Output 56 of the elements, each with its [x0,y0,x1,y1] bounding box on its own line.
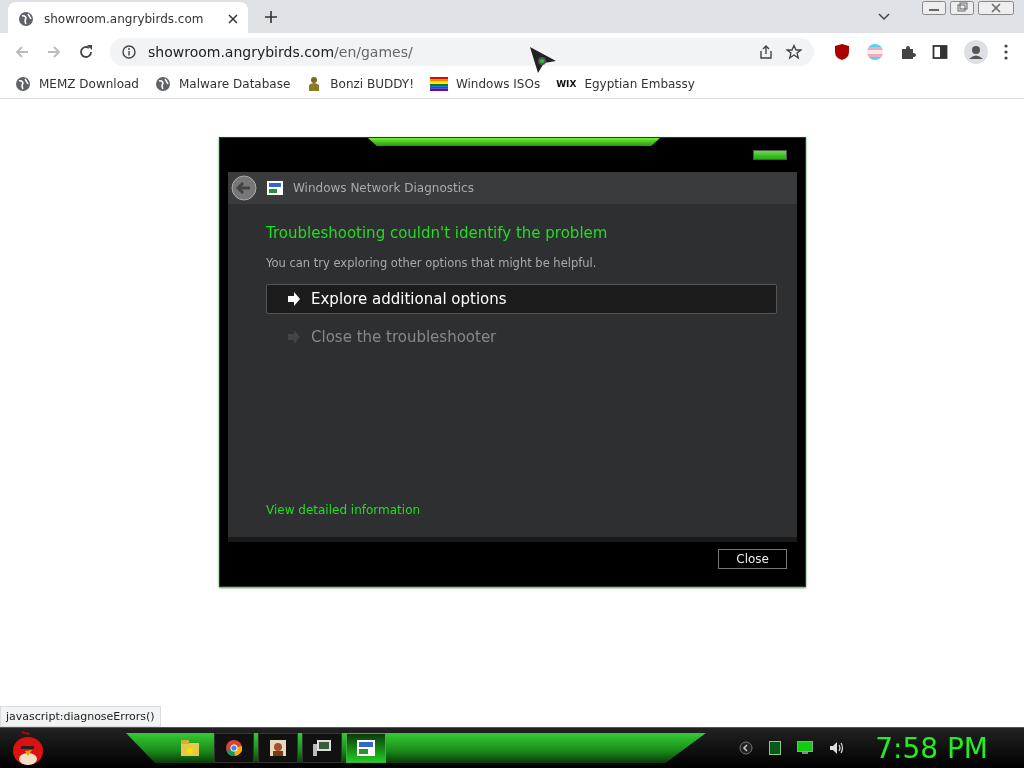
minimize-icon[interactable] [922,1,946,15]
window-control[interactable] [753,150,787,160]
share-icon[interactable] [758,43,774,60]
dialog-message: You can try exploring other options that might be helpful. [266,256,598,270]
network-icon [267,181,283,195]
side-panel-icon[interactable] [932,43,948,60]
rainbow-flag-icon [429,77,448,91]
bookmark-item[interactable]: Bonzi BUDDY! [306,76,414,92]
star-icon[interactable] [786,43,802,60]
restore-icon[interactable] [950,1,974,15]
taskbar-button[interactable] [302,733,342,763]
speaker-icon[interactable] [829,741,846,755]
figure-icon [270,740,286,756]
info-icon [122,44,136,59]
menu-icon[interactable] [1004,43,1008,60]
bookmark-item[interactable]: Windows ISOs [429,77,541,91]
puzzle-icon[interactable] [900,43,916,60]
details-link[interactable]: View detailed information [266,503,421,517]
taskbar-button[interactable] [258,733,298,763]
shield-icon[interactable] [834,42,850,61]
command-link[interactable]: Close the troubleshooter [266,322,777,352]
folder-icon [181,740,199,756]
chrome-icon [226,740,242,756]
site-logo: WIX [556,79,577,89]
cursor-icon [530,47,558,73]
chevron-icon[interactable] [878,12,890,21]
taskbar-button[interactable] [346,733,386,763]
close-button[interactable]: Close [718,549,787,569]
globe-icon [155,76,171,92]
network-icon [357,740,375,756]
computer-icon [313,740,331,756]
back-icon[interactable] [231,175,257,201]
new-tab-icon[interactable] [264,9,278,24]
command-link[interactable]: Explore additional options [266,284,777,314]
bookmark-item[interactable]: MEMZ Download [15,76,139,92]
taskbar-button[interactable] [214,733,254,763]
arrow-icon [287,291,301,307]
status-url: javascript:diagnoseErrors() [0,706,161,727]
globe-icon [18,10,34,27]
globe-icon [15,76,31,92]
monitor-icon[interactable] [797,741,814,755]
clock: 7:58 PM [875,731,988,765]
browser-tab[interactable]: showroom.angrybirds.com [8,2,248,35]
url-text: showroom.angrybirds.com/en/games/ [148,43,413,60]
tab-title: showroom.angrybirds.com [44,11,205,26]
dialog-heading: Troubleshooting couldn't identify the problem [266,224,609,242]
battery-icon[interactable] [769,741,782,755]
avatar-icon[interactable] [964,39,988,64]
bookmark-item[interactable]: Malware Database [155,76,291,92]
dialog-title: Windows Network Diagnostics [293,181,474,195]
bookmark-item[interactable]: WIX Egyptian Embassy [556,77,695,91]
address-bar[interactable]: showroom.angrybirds.com/en/games/ [110,37,814,66]
close-icon[interactable] [228,13,238,24]
reload-icon[interactable] [78,43,94,60]
speed-dial-icon[interactable] [739,741,754,755]
bird-icon[interactable] [10,729,46,767]
